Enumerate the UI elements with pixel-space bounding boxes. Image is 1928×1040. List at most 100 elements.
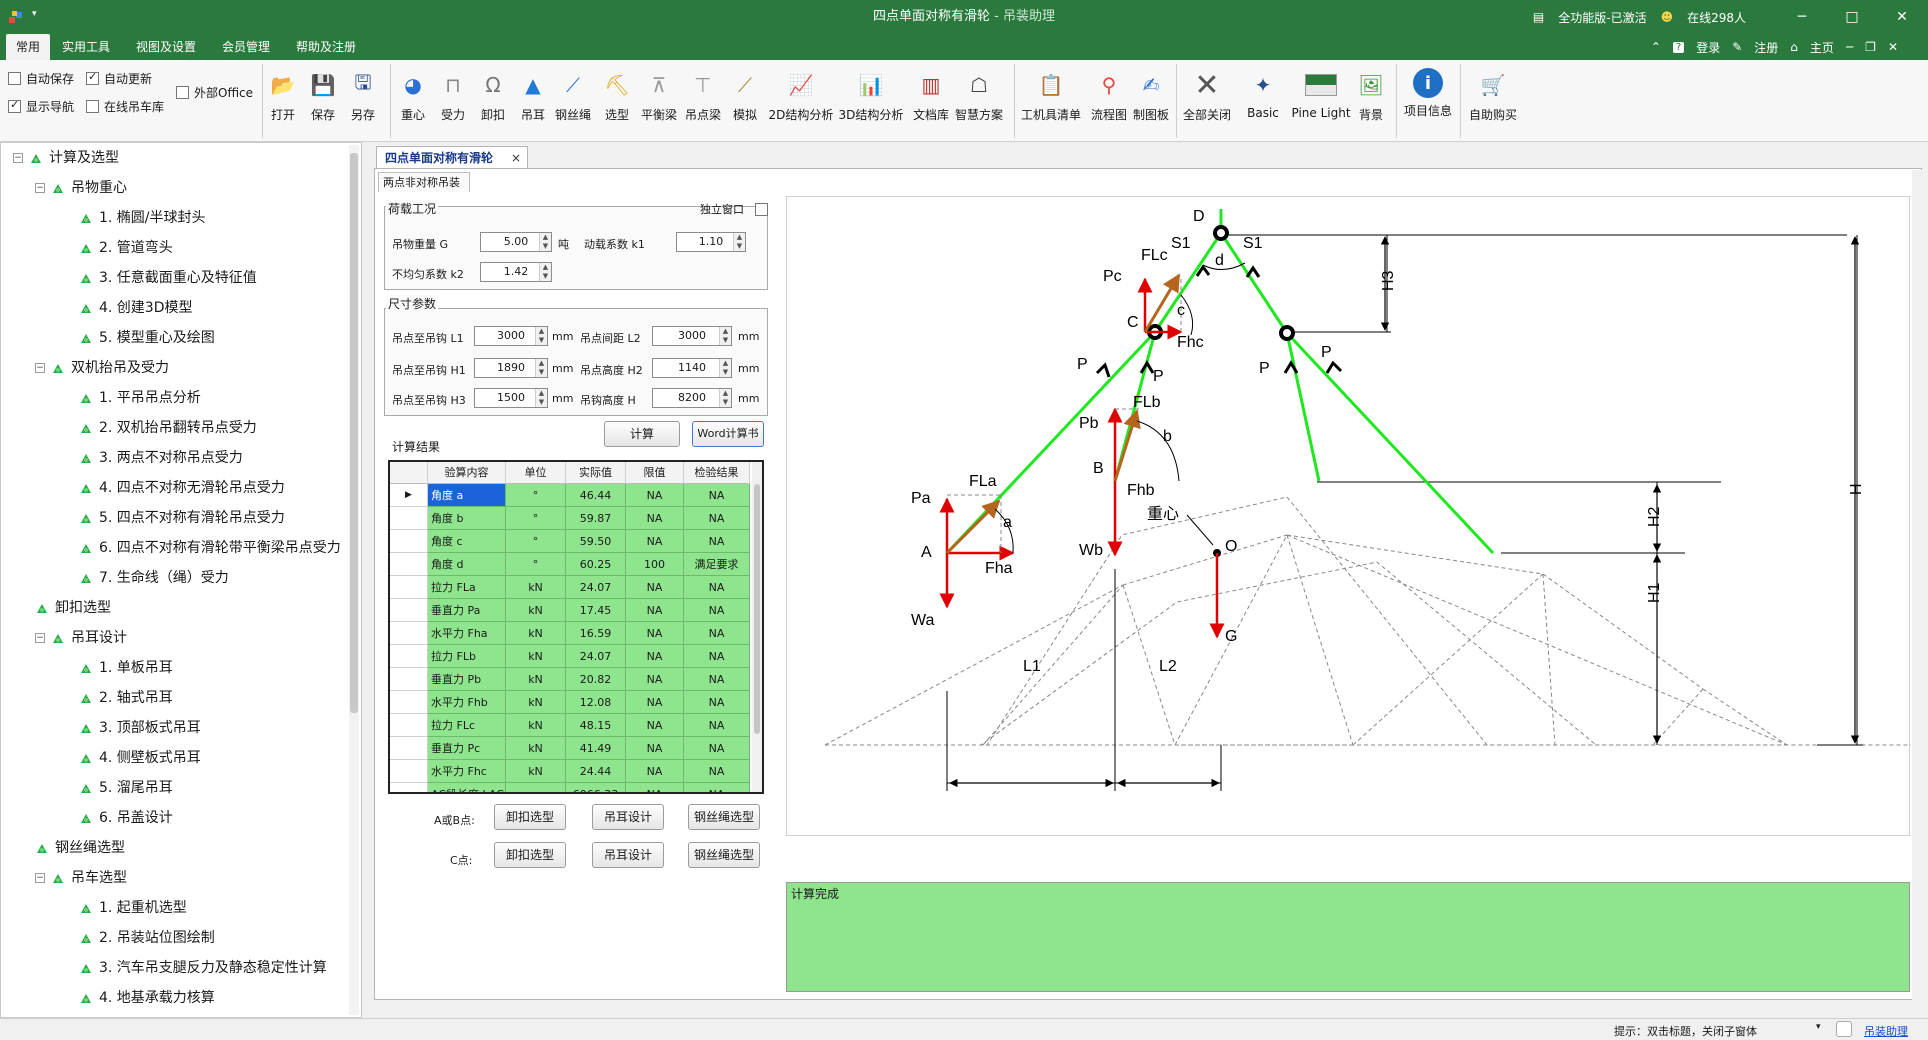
table-cell[interactable]: 17.45 bbox=[566, 599, 626, 622]
table-row[interactable]: 水平力 Fhc kN 24.44 NA NA bbox=[390, 760, 750, 783]
table-cell[interactable]: 垂直力 Pc bbox=[428, 737, 506, 760]
table-cell[interactable]: ° bbox=[506, 553, 566, 576]
tree-leaf[interactable]: 6. 吊盖设计 bbox=[79, 807, 173, 829]
ab-rope-button[interactable]: 钢丝绳选型 bbox=[688, 804, 760, 830]
table-cell[interactable]: 水平力 Fhb bbox=[428, 691, 506, 714]
menu-tab-help[interactable]: 帮助及注册 bbox=[286, 34, 366, 60]
table-cell[interactable]: AC段长度 LAC bbox=[428, 783, 506, 792]
tree-leaf[interactable]: 2. 双机抬吊翻转吊点受力 bbox=[79, 417, 257, 439]
show-nav-check-box[interactable] bbox=[8, 98, 21, 113]
table-cell[interactable]: 垂直力 Pa bbox=[428, 599, 506, 622]
spin-arrows-icon[interactable]: ▲ ▼ bbox=[719, 389, 731, 407]
table-cell[interactable]: ° bbox=[506, 530, 566, 553]
table-cell[interactable]: NA bbox=[684, 599, 750, 622]
table-row[interactable]: 水平力 Fha kN 16.59 NA NA bbox=[390, 622, 750, 645]
table-cell[interactable]: NA bbox=[684, 530, 750, 553]
table-cell[interactable]: 角度 a bbox=[428, 484, 506, 507]
table-cell[interactable]: 16.59 bbox=[566, 622, 626, 645]
online-crane-lib-check-box[interactable] bbox=[86, 100, 99, 113]
simulate-button[interactable]: ⟋ 模拟 bbox=[718, 66, 772, 136]
row-header[interactable] bbox=[390, 668, 428, 691]
table-cell[interactable]: kN bbox=[506, 760, 566, 783]
table-cell[interactable]: mm bbox=[506, 783, 566, 792]
row-header[interactable] bbox=[390, 737, 428, 760]
status-app-link[interactable]: 吊装助理 bbox=[1864, 1023, 1908, 1039]
H2-input[interactable]: 1140 ▲ ▼ bbox=[652, 358, 732, 378]
background-button[interactable]: 🖼 背景 bbox=[1344, 66, 1398, 136]
table-row[interactable]: 水平力 Fhb kN 12.08 NA NA bbox=[390, 691, 750, 714]
3d-analysis-button[interactable]: 📊 3D结构分析 bbox=[838, 66, 904, 136]
row-header[interactable] bbox=[390, 622, 428, 645]
table-row[interactable]: 角度 c ° 59.50 NA NA bbox=[390, 530, 750, 553]
table-cell[interactable]: 水平力 Fhc bbox=[428, 760, 506, 783]
calculate-button[interactable]: 计算 bbox=[604, 421, 680, 447]
col-header[interactable]: 实际值 bbox=[566, 462, 626, 484]
table-cell[interactable]: 20.82 bbox=[566, 668, 626, 691]
table-cell[interactable]: NA bbox=[626, 668, 684, 691]
table-cell[interactable]: NA bbox=[626, 645, 684, 668]
table-cell[interactable]: NA bbox=[684, 760, 750, 783]
autosave-check-box[interactable] bbox=[8, 72, 21, 85]
row-header[interactable] bbox=[390, 599, 428, 622]
c-shackle-button[interactable]: 卸扣选型 bbox=[494, 842, 566, 868]
table-cell[interactable]: NA bbox=[684, 622, 750, 645]
show-nav-checkbox[interactable]: 显示导航 bbox=[8, 98, 74, 115]
table-cell[interactable]: NA bbox=[684, 507, 750, 530]
tree-leaf[interactable]: 3. 两点不对称吊点受力 bbox=[79, 447, 243, 469]
results-table[interactable]: 验算内容 单位 实际值 限值 检验结果 ▶ 角度 a ° 46.44 NA NA 角度 b °… bbox=[388, 460, 764, 794]
row-header[interactable] bbox=[390, 783, 428, 792]
table-cell[interactable]: kN bbox=[506, 737, 566, 760]
table-cell[interactable]: 角度 b bbox=[428, 507, 506, 530]
c-lug-button[interactable]: 吊耳设计 bbox=[592, 842, 664, 868]
row-header[interactable] bbox=[390, 760, 428, 783]
table-row[interactable]: 拉力 FLb kN 24.07 NA NA bbox=[390, 645, 750, 668]
mdi-close-button[interactable]: ✕ bbox=[1888, 40, 1898, 54]
table-cell[interactable]: NA bbox=[626, 507, 684, 530]
table-cell[interactable]: 角度 d bbox=[428, 553, 506, 576]
table-cell[interactable]: 拉力 FLc bbox=[428, 714, 506, 737]
tree-collapse-icon[interactable]: − bbox=[13, 153, 23, 163]
tree-scrollbar[interactable] bbox=[349, 145, 359, 1015]
table-cell[interactable]: NA bbox=[684, 576, 750, 599]
table-row[interactable]: 角度 d ° 60.25 100 满足要求 bbox=[390, 553, 750, 576]
tree-scroll-thumb[interactable] bbox=[350, 153, 358, 713]
table-cell[interactable]: NA bbox=[684, 691, 750, 714]
table-row[interactable]: 垂直力 Pb kN 20.82 NA NA bbox=[390, 668, 750, 691]
table-cell[interactable]: NA bbox=[626, 760, 684, 783]
table-cell[interactable]: 59.87 bbox=[566, 507, 626, 530]
tree-leaf[interactable]: 4. 侧壁板式吊耳 bbox=[79, 747, 201, 769]
theme-basic-button[interactable]: ✦ Basic bbox=[1236, 66, 1290, 136]
dynamic-factor-input[interactable]: 1.10 ▲ ▼ bbox=[676, 232, 746, 252]
table-cell[interactable]: NA bbox=[684, 484, 750, 507]
tree-group[interactable]: − 吊物重心 bbox=[35, 177, 127, 199]
close-all-button[interactable]: ✕ 全部关闭 bbox=[1180, 66, 1234, 136]
login-link[interactable]: 登录 bbox=[1696, 39, 1720, 56]
self-purchase-button[interactable]: 🛒 自助购买 bbox=[1464, 66, 1522, 136]
content-scrollbar[interactable] bbox=[1912, 170, 1922, 1000]
table-cell[interactable]: NA bbox=[626, 737, 684, 760]
tree-group[interactable]: 卸扣选型 bbox=[35, 597, 111, 619]
tree-collapse-icon[interactable]: − bbox=[35, 873, 45, 883]
table-cell[interactable]: 24.07 bbox=[566, 576, 626, 599]
external-office-checkbox[interactable]: 外部Office bbox=[176, 84, 253, 101]
col-header[interactable]: 检验结果 bbox=[684, 462, 750, 484]
spin-arrows-icon[interactable]: ▲ ▼ bbox=[539, 233, 551, 251]
table-cell[interactable]: 水平力 Fha bbox=[428, 622, 506, 645]
spin-arrows-icon[interactable]: ▲ ▼ bbox=[719, 359, 731, 377]
table-cell[interactable]: 6066.33 bbox=[566, 783, 626, 792]
row-header[interactable]: ▶ bbox=[390, 484, 428, 507]
mdi-restore-button[interactable]: ❐ bbox=[1865, 40, 1876, 54]
table-cell[interactable]: NA bbox=[684, 645, 750, 668]
status-dropdown-icon[interactable]: ▾ bbox=[1816, 1022, 1821, 1032]
table-row[interactable]: ▶ 角度 a ° 46.44 NA NA bbox=[390, 484, 750, 507]
row-header[interactable] bbox=[390, 691, 428, 714]
table-row[interactable]: 角度 b ° 59.87 NA NA bbox=[390, 507, 750, 530]
tree-leaf[interactable]: 6. 四点不对称有滑轮带平衡梁吊点受力 bbox=[79, 537, 341, 559]
L2-input[interactable]: 3000 ▲ ▼ bbox=[652, 326, 732, 346]
uneven-factor-input[interactable]: 1.42 ▲ ▼ bbox=[480, 262, 552, 282]
table-cell[interactable]: kN bbox=[506, 645, 566, 668]
drawing-board-button[interactable]: ✍ 制图板 bbox=[1124, 66, 1178, 136]
tree-leaf[interactable]: 7. 生命线（绳）受力 bbox=[79, 567, 229, 589]
weight-input[interactable]: 5.00 ▲ ▼ bbox=[480, 232, 552, 252]
table-cell[interactable]: NA bbox=[626, 484, 684, 507]
